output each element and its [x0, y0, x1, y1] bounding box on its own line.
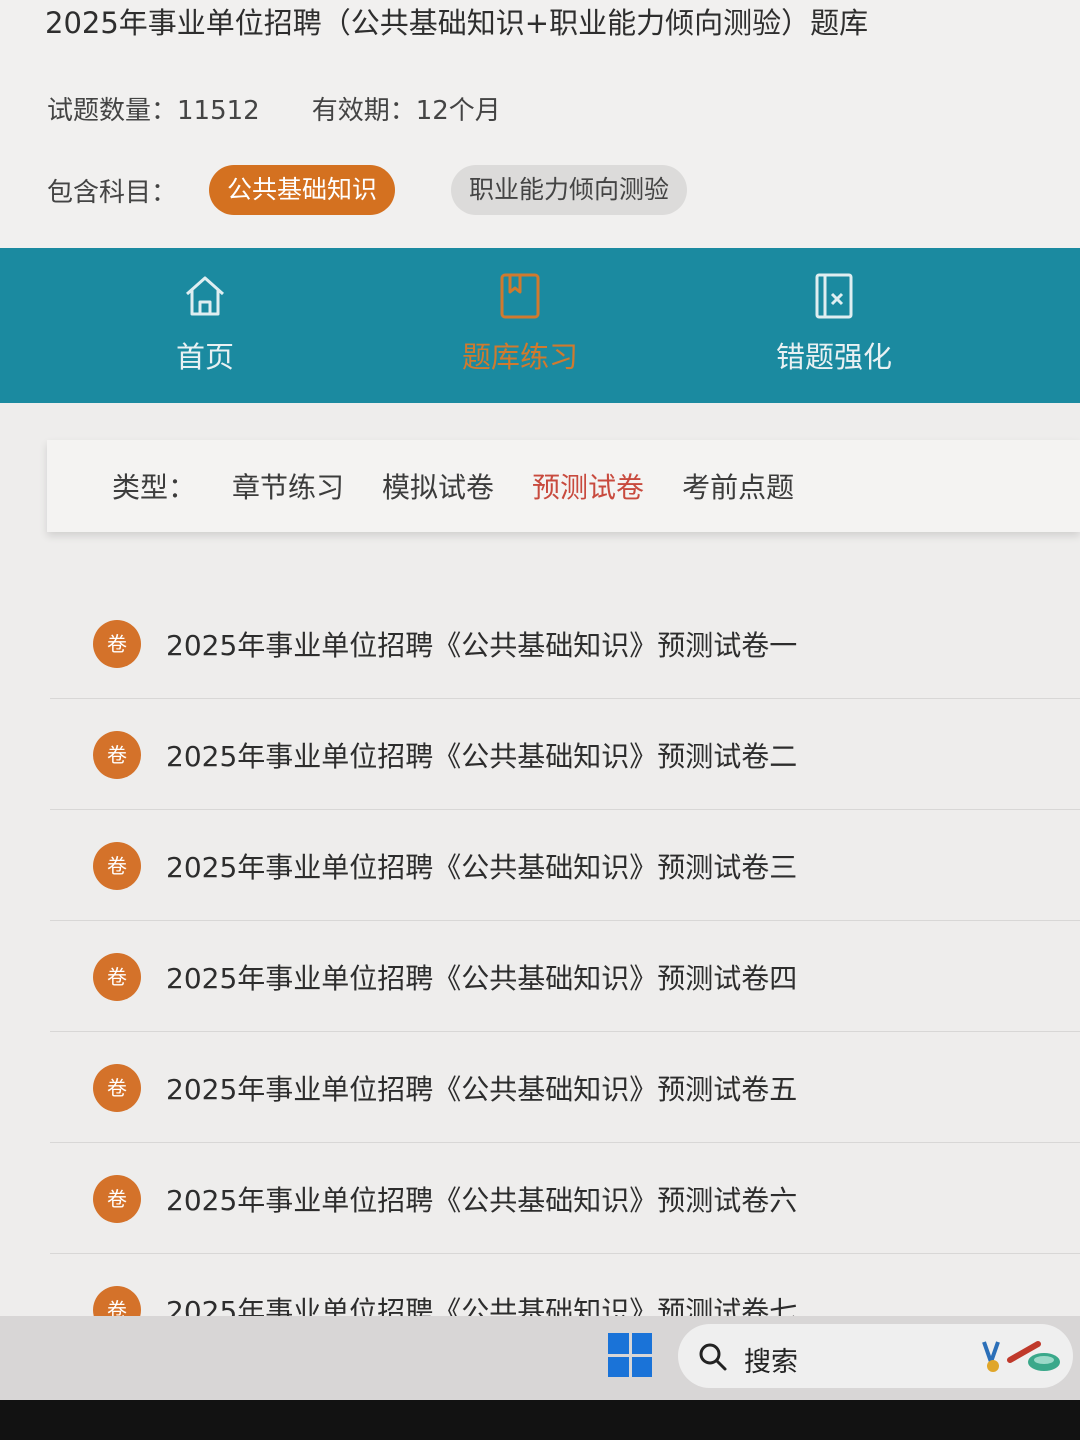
wrong-question-icon [724, 270, 944, 322]
paper-title[interactable]: 2025年事业单位招聘《公共基础知识》预测试卷四 [166, 957, 797, 997]
paper-title[interactable]: 2025年事业单位招聘《公共基础知识》预测试卷三 [166, 846, 797, 886]
paper-badge: 卷 [93, 1064, 141, 1112]
paper-badge: 卷 [93, 731, 141, 779]
nav-item-practice[interactable]: 题库练习 [410, 270, 630, 376]
subject-chip-public-basic[interactable]: 公共基础知识 [209, 165, 396, 215]
nav-label-home: 首页 [175, 340, 234, 374]
windows-start-icon[interactable] [608, 1333, 652, 1377]
type-tab-forecast-exam[interactable]: 预测试卷 [532, 466, 644, 506]
course-meta: 试题数量：11512 有效期：12个月 [47, 90, 501, 127]
paper-badge: 卷 [93, 620, 141, 668]
subjects-label: 包含科目： [47, 177, 178, 208]
list-item[interactable]: 卷 2025年事业单位招聘《公共基础知识》预测试卷六 [0, 1143, 1080, 1254]
paper-title[interactable]: 2025年事业单位招聘《公共基础知识》预测试卷二 [166, 735, 797, 775]
paper-title[interactable]: 2025年事业单位招聘《公共基础知识》预测试卷一 [166, 624, 797, 664]
subjects-row: 包含科目： 公共基础知识 职业能力倾向测验 [47, 165, 743, 215]
taskbar-search-box[interactable]: 搜索 [678, 1324, 1073, 1388]
paper-badge: 卷 [93, 842, 141, 890]
search-icon [698, 1342, 728, 1376]
main-nav: 首页 题库练习 错题强化 [0, 248, 1080, 403]
course-header: 2025年事业单位招聘（公共基础知识+职业能力倾向测验）题库 试题数量：1151… [0, 0, 1080, 248]
type-tab-mock-exam[interactable]: 模拟试卷 [382, 466, 494, 506]
list-item[interactable]: 卷 2025年事业单位招聘《公共基础知识》预测试卷四 [0, 921, 1080, 1032]
paper-badge: 卷 [93, 1286, 141, 1316]
paper-title[interactable]: 2025年事业单位招聘《公共基础知识》预测试卷七 [166, 1290, 797, 1316]
paper-title[interactable]: 2025年事业单位招聘《公共基础知识》预测试卷六 [166, 1179, 797, 1219]
nav-item-wrong-questions[interactable]: 错题强化 [724, 270, 944, 376]
os-taskbar: 搜索 [0, 1316, 1080, 1400]
question-count: 试题数量：11512 [47, 96, 260, 126]
subject-chip-vocational-aptitude[interactable]: 职业能力倾向测验 [451, 165, 688, 215]
type-tab-pre-exam-tips[interactable]: 考前点题 [682, 466, 794, 506]
paper-title[interactable]: 2025年事业单位招聘《公共基础知识》预测试卷五 [166, 1068, 797, 1108]
list-item[interactable]: 卷 2025年事业单位招聘《公共基础知识》预测试卷七 [0, 1254, 1080, 1316]
list-item[interactable]: 卷 2025年事业单位招聘《公共基础知识》预测试卷一 [0, 588, 1080, 699]
home-icon [95, 270, 315, 322]
type-tab-chapter-practice[interactable]: 章节练习 [232, 466, 344, 506]
nav-label-wrong-questions: 错题强化 [775, 340, 892, 374]
paper-badge: 卷 [93, 953, 141, 1001]
nav-label-practice: 题库练习 [461, 340, 578, 374]
search-label: 搜索 [744, 1347, 798, 1378]
validity-period: 有效期：12个月 [311, 96, 501, 126]
list-item[interactable]: 卷 2025年事业单位招聘《公共基础知识》预测试卷三 [0, 810, 1080, 921]
search-highlight-icon [978, 1336, 1064, 1380]
screen-bottom-bezel [0, 1400, 1080, 1440]
type-label: 类型： [112, 471, 197, 504]
paper-list: 卷 2025年事业单位招聘《公共基础知识》预测试卷一 卷 2025年事业单位招聘… [0, 588, 1080, 1316]
list-item[interactable]: 卷 2025年事业单位招聘《公共基础知识》预测试卷二 [0, 699, 1080, 810]
nav-item-home[interactable]: 首页 [95, 270, 315, 376]
page-title: 2025年事业单位招聘（公共基础知识+职业能力倾向测验）题库 [45, 6, 869, 40]
book-icon [410, 270, 630, 322]
list-item[interactable]: 卷 2025年事业单位招聘《公共基础知识》预测试卷五 [0, 1032, 1080, 1143]
paper-badge: 卷 [93, 1175, 141, 1223]
type-filter-bar: 类型： 章节练习 模拟试卷 预测试卷 考前点题 [47, 440, 1080, 532]
